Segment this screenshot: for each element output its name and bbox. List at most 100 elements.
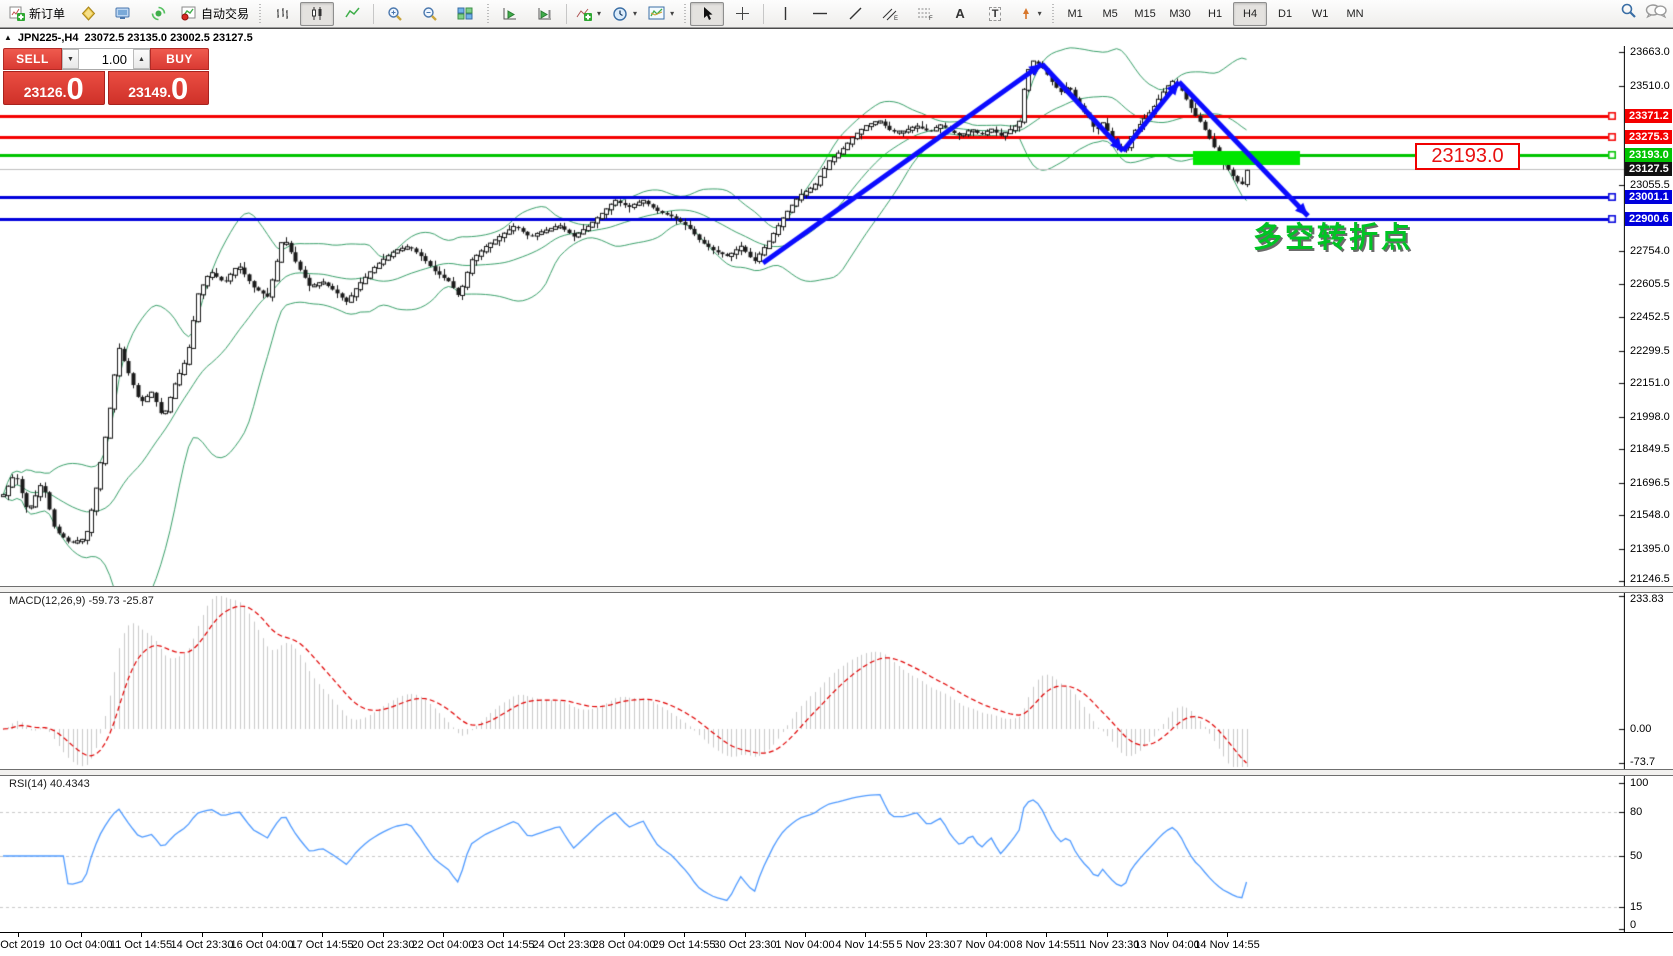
buy-price-main: 23149: [128, 81, 167, 103]
trendline-tool-button[interactable]: [838, 2, 872, 26]
toolbar-separator: [373, 4, 374, 24]
timeframe-d1-button[interactable]: D1: [1268, 2, 1302, 26]
hline-tool-button[interactable]: [803, 2, 837, 26]
rsi-tick-label: 50: [1630, 850, 1642, 863]
fibonacci-tool-button[interactable]: F: [908, 2, 942, 26]
volume-decrease-button[interactable]: ▼: [62, 49, 79, 69]
time-tick: [1167, 933, 1168, 937]
channel-tool-button[interactable]: E: [873, 2, 907, 26]
time-label: 22 Oct 04:00: [412, 939, 475, 951]
collapse-icon[interactable]: ▲: [4, 33, 12, 42]
macd-axis[interactable]: 233.830.00-73.7: [1625, 593, 1673, 769]
price-level-badge: 23193.0: [1625, 148, 1672, 162]
cursor-tool-button[interactable]: [690, 2, 724, 26]
toolbar-grip: [257, 4, 262, 24]
metaeditor-button[interactable]: [71, 2, 105, 26]
terminal-button[interactable]: [106, 2, 140, 26]
timeframe-h1-button[interactable]: H1: [1198, 2, 1232, 26]
time-label: 14 Oct 23:30: [171, 939, 234, 951]
timeframe-m30-button[interactable]: M30: [1163, 2, 1197, 26]
price-tick-label: 22151.0: [1630, 377, 1670, 390]
arrows-icon: [1019, 6, 1033, 21]
chart-window: ▲ JPN225-,H4 23072.5 23135.0 23002.5 231…: [0, 28, 1673, 956]
chart-symbol-period: JPN225-,H4: [18, 32, 79, 44]
time-tick: [141, 933, 142, 937]
price-chart-canvas[interactable]: [0, 46, 1625, 586]
buy-price[interactable]: 23149.0: [108, 71, 210, 105]
volume-increase-button[interactable]: ▲: [133, 49, 150, 69]
timeframe-label: MN: [1347, 8, 1364, 20]
strategy-tester-button[interactable]: [141, 2, 175, 26]
time-tick: [18, 933, 19, 937]
auto-scroll-icon: [502, 6, 518, 21]
volume-input[interactable]: 1.00: [79, 49, 133, 69]
auto-scroll-button[interactable]: [493, 2, 527, 26]
current-price-badge: 23127.5: [1625, 162, 1672, 176]
periods-button[interactable]: ▾: [607, 2, 642, 26]
chat-icon[interactable]: [1645, 3, 1667, 19]
rsi-tick-label: 15: [1630, 901, 1642, 914]
candle-chart-button[interactable]: [300, 2, 334, 26]
tile-windows-button[interactable]: [448, 2, 482, 26]
zoom-out-button[interactable]: [413, 2, 447, 26]
buy-button[interactable]: BUY: [150, 48, 209, 70]
price-level-badge: 22900.6: [1625, 212, 1672, 226]
macd-chart-canvas[interactable]: [0, 593, 1625, 769]
time-label: 8 Nov 14:55: [1016, 939, 1075, 951]
time-label: 17 Oct 14:55: [291, 939, 354, 951]
sell-button[interactable]: SELL: [3, 48, 62, 70]
price-tick-label: 21696.5: [1630, 477, 1670, 490]
bar-chart-button[interactable]: [265, 2, 299, 26]
vline-tool-button[interactable]: [768, 2, 802, 26]
chart-ohlc-values: 23072.5 23135.0 23002.5 23127.5: [84, 32, 252, 44]
price-annotation-box[interactable]: 23193.0: [1415, 143, 1520, 170]
timeframe-w1-button[interactable]: W1: [1303, 2, 1337, 26]
rsi-axis[interactable]: 1008050150: [1625, 776, 1673, 932]
search-icon[interactable]: [1620, 2, 1637, 19]
timeframe-m15-button[interactable]: M15: [1128, 2, 1162, 26]
macd-tick-label: -73.7: [1630, 756, 1655, 769]
time-tick: [383, 933, 384, 937]
time-tick: [986, 933, 987, 937]
timeframe-m5-button[interactable]: M5: [1093, 2, 1127, 26]
new-order-button[interactable]: 新订单: [4, 2, 70, 26]
pane-splitter[interactable]: [0, 586, 1673, 593]
text-tool-button[interactable]: A: [943, 2, 977, 26]
timeframe-mn-button[interactable]: MN: [1338, 2, 1372, 26]
timeframe-label: H1: [1208, 8, 1222, 20]
turning-point-note[interactable]: 多空转折点: [1253, 214, 1413, 256]
rsi-chart-canvas[interactable]: [0, 776, 1625, 932]
bar-chart-icon: [275, 6, 290, 21]
timeframe-m1-button[interactable]: M1: [1058, 2, 1092, 26]
macd-pane: 233.830.00-73.7 MACD(12,26,9) -59.73 -25…: [0, 593, 1673, 769]
terminal-icon: [115, 6, 131, 21]
time-tick: [624, 933, 625, 937]
cursor-icon: [701, 6, 714, 21]
time-axis[interactable]: 8 Oct 201910 Oct 04:0011 Oct 14:5514 Oct…: [0, 932, 1673, 956]
pane-splitter[interactable]: [0, 769, 1673, 776]
indicators-button[interactable]: ▾: [571, 2, 606, 26]
toolbar-grip: [682, 4, 687, 24]
time-label: 11 Oct 14:55: [110, 939, 172, 951]
time-tick: [1107, 933, 1108, 937]
time-label: 28 Oct 04:00: [593, 939, 656, 951]
fibonacci-icon: F: [917, 6, 934, 21]
zoom-in-button[interactable]: [378, 2, 412, 26]
timeframe-h4-button[interactable]: H4: [1233, 2, 1267, 26]
dropdown-caret: ▾: [1038, 9, 1042, 18]
label-tool-button[interactable]: T: [978, 2, 1012, 26]
arrows-tool-button[interactable]: ▾: [1013, 2, 1047, 26]
price-axis[interactable]: 23663.023510.023055.522754.022605.522452…: [1625, 46, 1673, 586]
crosshair-tool-button[interactable]: [725, 2, 759, 26]
rsi-indicator-label: RSI(14) 40.4343: [9, 778, 90, 790]
templates-button[interactable]: ▾: [643, 2, 679, 26]
main-toolbar: 新订单 自动交易 ▾ ▾: [0, 0, 1673, 28]
new-order-label: 新订单: [29, 5, 65, 22]
line-chart-button[interactable]: [335, 2, 369, 26]
sell-price[interactable]: 23126.0: [3, 71, 105, 105]
timeframe-label: W1: [1312, 8, 1329, 20]
timeframe-label: M5: [1102, 8, 1117, 20]
zoom-in-icon: [387, 6, 403, 22]
autotrading-button[interactable]: 自动交易: [176, 2, 254, 26]
chart-shift-button[interactable]: [528, 2, 562, 26]
